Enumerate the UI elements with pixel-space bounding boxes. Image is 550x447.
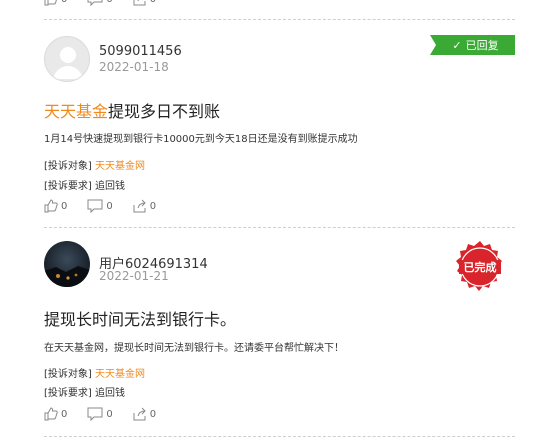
demand-value: 追回钱 (95, 388, 125, 399)
thumbs-up-icon (44, 407, 58, 421)
like-button[interactable]: 0 (44, 0, 67, 6)
title-brand: 天天基金 (44, 102, 109, 121)
thumbs-up-icon (44, 199, 58, 213)
share-icon (133, 407, 146, 421)
share-count: 0 (149, 200, 157, 212)
share-button[interactable]: 0 (133, 0, 156, 6)
like-count: 0 (61, 408, 68, 420)
avatar[interactable] (44, 36, 90, 82)
demand-value: 追回钱 (95, 181, 125, 192)
comment-icon (87, 407, 103, 421)
post-title[interactable]: 天天基金提现多日不到账 (44, 98, 220, 122)
status-stamp-completed: 已完成 (452, 239, 508, 295)
target-link[interactable]: 天天基金网 (95, 161, 145, 172)
share-button[interactable]: 0 (133, 407, 156, 421)
demand-label: [投诉要求] (44, 181, 92, 192)
post-date: 2022-01-18 (99, 60, 169, 74)
demand-label: [投诉要求] (44, 388, 92, 399)
share-count: 0 (149, 408, 157, 420)
share-count: 0 (150, 0, 156, 5)
check-icon: ✓ (452, 38, 462, 52)
complaint-demand: [投诉要求] 追回钱 (44, 384, 125, 399)
post-date: 2022-01-21 (99, 269, 169, 283)
thumbs-up-icon (44, 0, 57, 6)
comment-count: 0 (106, 408, 113, 420)
complaint-target: [投诉对象] 天天基金网 (44, 365, 145, 380)
comment-icon (87, 199, 103, 213)
status-label: 已回复 (465, 39, 499, 52)
complaint-demand: [投诉要求] 追回钱 (44, 177, 125, 192)
comment-button[interactable]: 0 (87, 199, 113, 213)
post-actions: 0 0 0 (44, 198, 176, 214)
complaint-target: [投诉对象] 天天基金网 (44, 157, 145, 172)
like-count: 0 (61, 200, 68, 212)
share-icon (133, 0, 146, 6)
prev-post-actions: 0 0 0 (44, 0, 176, 7)
comment-count: 0 (106, 200, 113, 212)
comment-icon (87, 0, 103, 6)
like-button[interactable]: 0 (44, 199, 67, 213)
title-text: 提现多日不到账 (108, 102, 221, 121)
like-button[interactable]: 0 (44, 407, 67, 421)
status-badge-replied: ✓ 已回复 (430, 35, 515, 55)
target-link[interactable]: 天天基金网 (95, 369, 145, 380)
post-title[interactable]: 提现长时间无法到银行卡。 (44, 306, 236, 330)
divider (44, 436, 515, 437)
post-description: 1月14号快速提现到银行卡10000元到今天18日还是没有到账提示成功 (44, 134, 358, 145)
share-button[interactable]: 0 (133, 199, 156, 213)
comment-button[interactable]: 0 (87, 0, 113, 6)
target-label: [投诉对象] (44, 161, 92, 172)
comment-count: 0 (106, 0, 112, 5)
divider (44, 227, 515, 228)
share-icon (133, 199, 146, 213)
status-label: 已完成 (463, 261, 497, 274)
avatar-photo-icon (44, 266, 90, 287)
username[interactable]: 5099011456 (99, 44, 182, 59)
avatar[interactable] (44, 241, 90, 287)
like-count: 0 (61, 0, 67, 5)
default-avatar-icon (53, 47, 83, 79)
post-description: 在天天基金网，提现长时间无法到银行卡。还请委平台帮忙解决下！ (44, 343, 344, 354)
target-label: [投诉对象] (44, 369, 92, 380)
divider (44, 19, 515, 20)
post-actions: 0 0 0 (44, 406, 176, 422)
comment-button[interactable]: 0 (87, 407, 113, 421)
